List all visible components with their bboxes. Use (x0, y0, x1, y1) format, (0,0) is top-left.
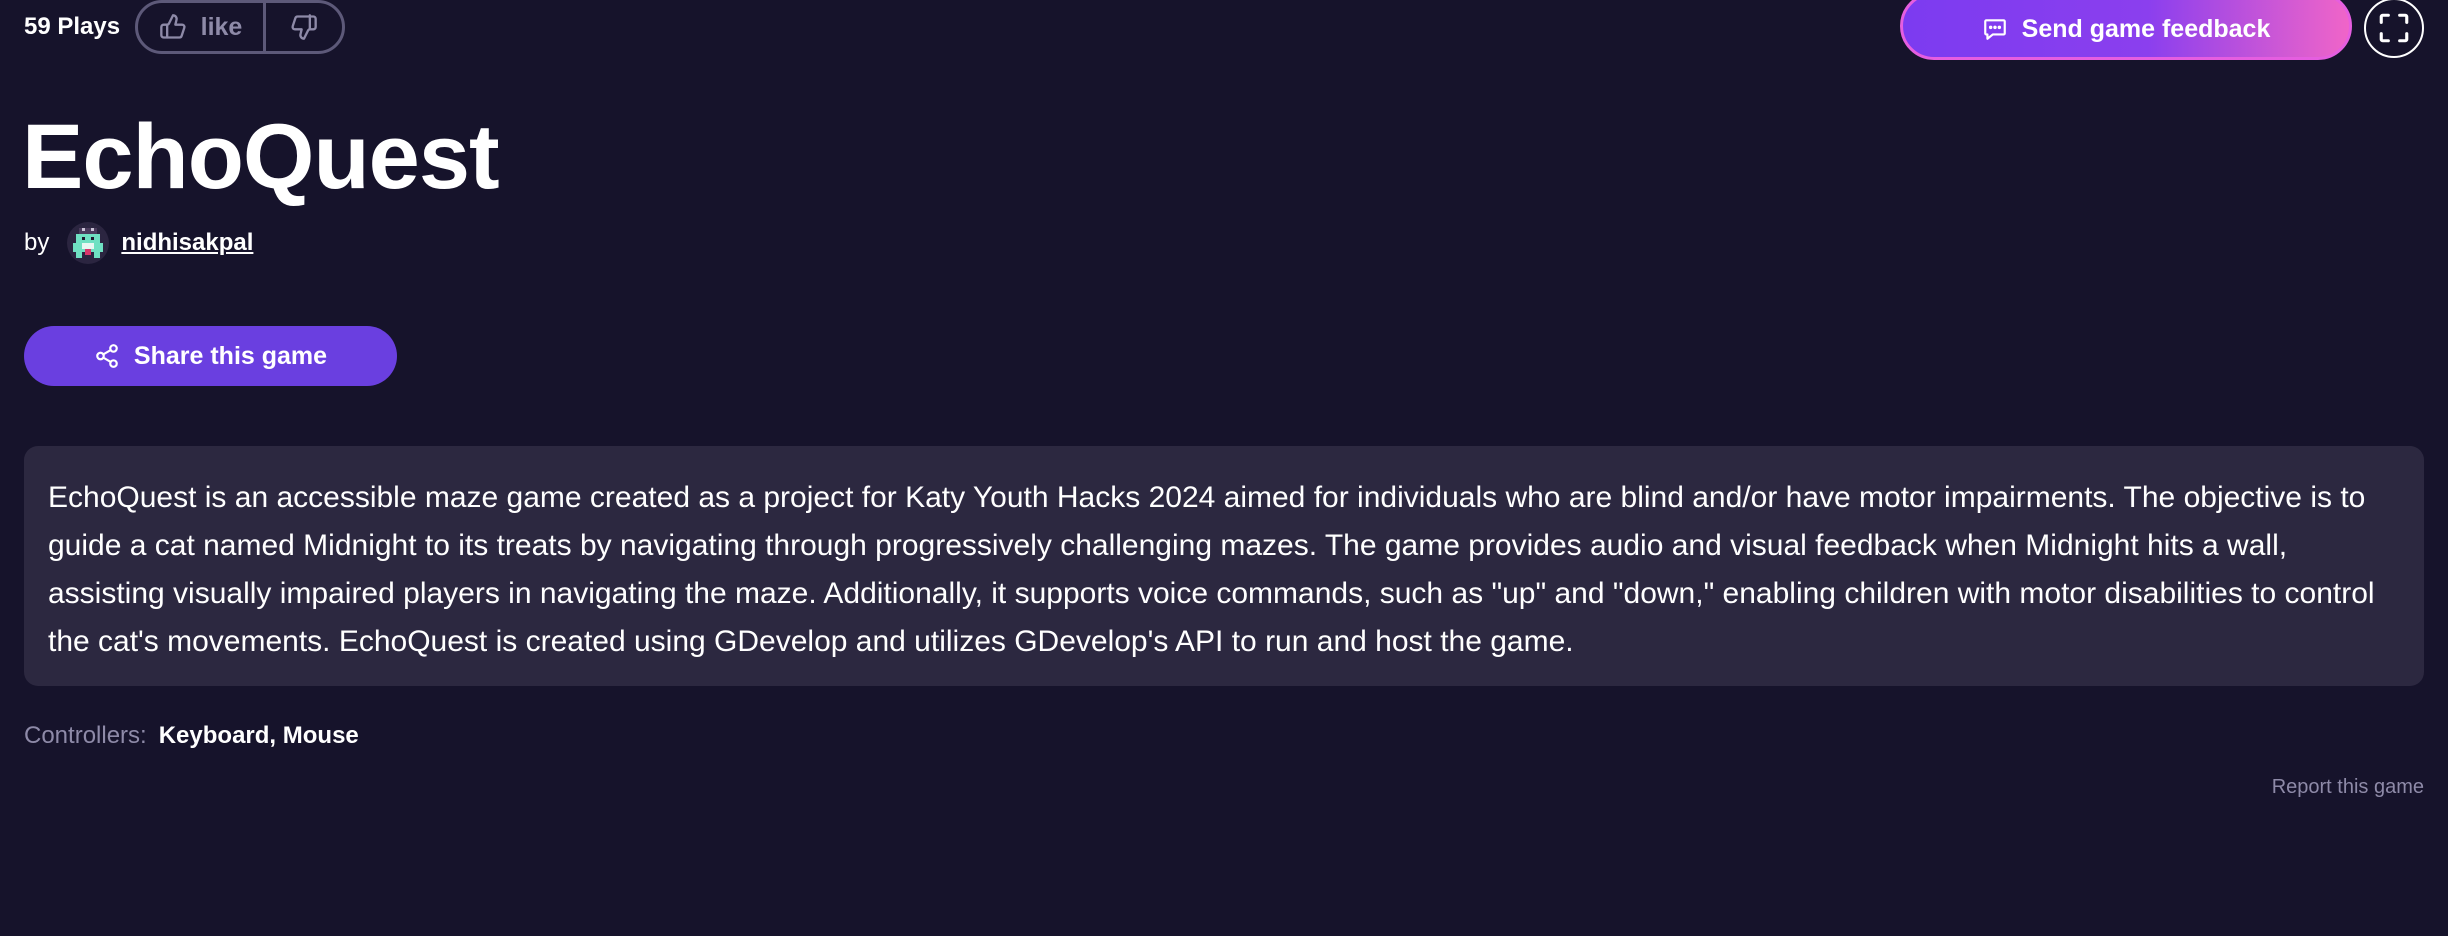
share-icon (94, 343, 120, 369)
send-feedback-label: Send game feedback (2021, 14, 2271, 43)
controllers-label: Controllers: (24, 722, 147, 749)
controllers-info: Controllers: Keyboard, Mouse (24, 721, 359, 751)
dislike-button[interactable] (266, 3, 342, 51)
like-button[interactable]: like (138, 3, 266, 51)
fullscreen-button[interactable] (2364, 0, 2424, 58)
author-avatar[interactable] (67, 222, 110, 264)
report-game-link[interactable]: Report this game (2272, 776, 2424, 799)
byline: by nidhisakpal (24, 218, 253, 268)
vote-group: like (135, 0, 345, 54)
game-page: 59 Plays like Send game feedback EchoQue… (0, 0, 2448, 936)
game-description: EchoQuest is an accessible maze game cre… (24, 446, 2424, 686)
share-game-label: Share this game (133, 341, 328, 370)
game-title: EchoQuest (22, 106, 500, 208)
controllers-value: Keyboard, Mouse (158, 722, 359, 749)
by-label: by (24, 229, 50, 256)
thumbs-down-icon (290, 13, 318, 41)
send-feedback-button[interactable]: Send game feedback (1900, 0, 2352, 60)
chat-bubble-icon (1982, 16, 2008, 42)
share-game-button[interactable]: Share this game (24, 326, 397, 386)
plays-count: 59 Plays (24, 13, 121, 40)
fullscreen-icon (2377, 11, 2411, 45)
author-link[interactable]: nidhisakpal (121, 229, 253, 257)
like-label: like (200, 12, 243, 41)
thumbs-up-icon (159, 13, 187, 41)
